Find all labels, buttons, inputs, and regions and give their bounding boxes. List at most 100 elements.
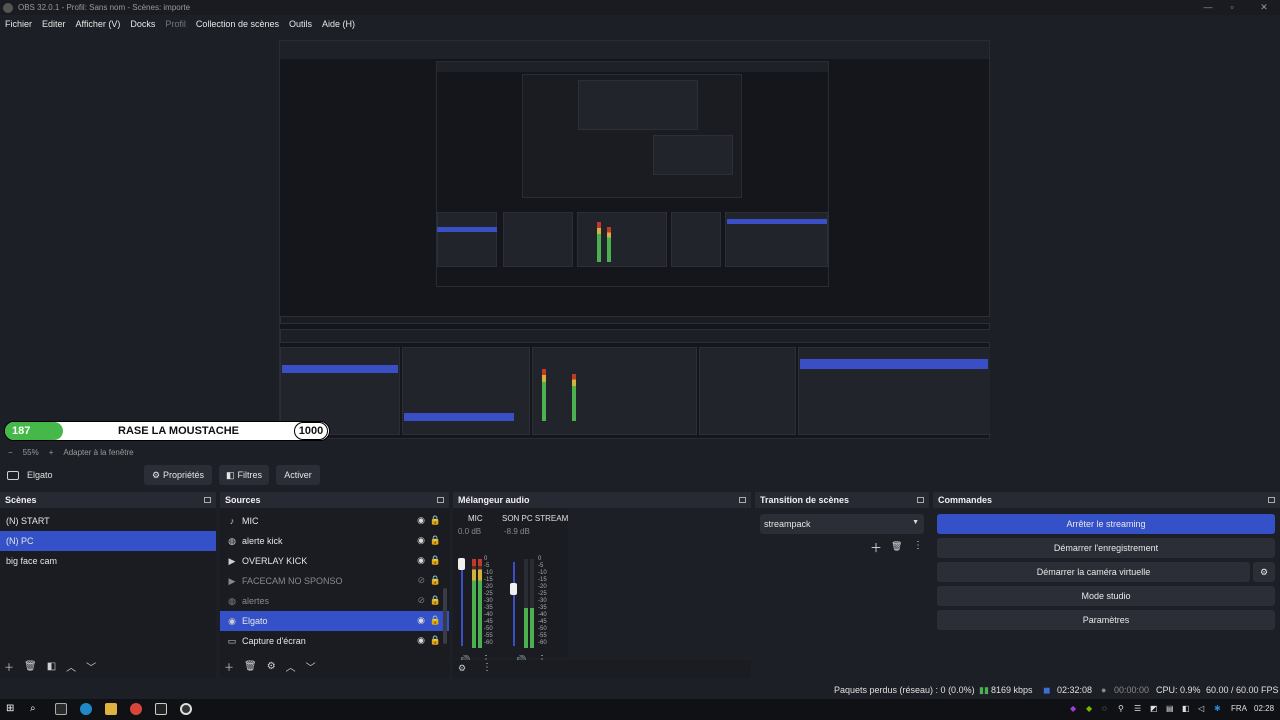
stop-streaming-button[interactable]: Arrêter le streaming	[937, 514, 1275, 534]
virtual-camera-settings-button[interactable]: ⚙	[1253, 562, 1275, 582]
scenes-header: Scènes	[0, 492, 216, 508]
eye-icon[interactable]: ◉	[417, 535, 425, 546]
eye-off-icon[interactable]: ⊘	[417, 595, 425, 606]
volume-icon[interactable]: ◁	[1198, 704, 1204, 713]
fit-window-option[interactable]: Adapter à la fenêtre	[63, 448, 133, 457]
eye-icon[interactable]: ◉	[417, 635, 425, 646]
undock-icon[interactable]	[437, 497, 444, 503]
keyboard-language[interactable]: FRA	[1231, 704, 1247, 713]
eye-icon[interactable]: ◉	[417, 555, 425, 566]
preview-canvas[interactable]	[279, 40, 990, 439]
tray-icon[interactable]: ☰	[1134, 704, 1141, 713]
lock-icon[interactable]: 🔒	[430, 615, 441, 626]
tray-icon[interactable]: ▤	[1166, 704, 1174, 713]
add-icon[interactable]: ＋	[4, 659, 14, 674]
lock-icon[interactable]: 🔒	[430, 575, 441, 586]
scene-item-selected[interactable]: (N) PC	[0, 531, 216, 551]
menu-aide[interactable]: Aide (H)	[322, 19, 355, 29]
lock-icon[interactable]: 🔒	[430, 535, 441, 546]
zoom-in-button[interactable]: +	[49, 448, 54, 457]
settings-button[interactable]: Paramètres	[937, 610, 1275, 630]
undock-icon[interactable]	[917, 497, 924, 503]
task-view-icon[interactable]	[55, 703, 67, 715]
transition-select[interactable]: streampack ▼	[760, 514, 924, 534]
activate-button[interactable]: Activer	[276, 465, 320, 485]
eye-off-icon[interactable]: ⊘	[417, 575, 425, 586]
source-toolbar: Elgato ⚙ Propriétés ◧ Filtres Activer	[0, 463, 1280, 487]
source-item-hidden[interactable]: ▶ FACECAM NO SPONSO ⊘ 🔒	[220, 571, 449, 591]
close-button[interactable]: ✕	[1248, 0, 1280, 15]
zoom-out-button[interactable]: −	[8, 448, 13, 457]
file-explorer-icon[interactable]	[105, 703, 117, 715]
source-item-selected[interactable]: ◉ Elgato ◉ 🔒	[220, 611, 449, 631]
lock-icon[interactable]: 🔒	[430, 555, 441, 566]
start-virtual-camera-button[interactable]: Démarrer la caméra virtuelle	[937, 562, 1250, 582]
trash-icon[interactable]: 🗑	[891, 541, 902, 552]
edge-icon[interactable]	[80, 703, 92, 715]
lock-icon[interactable]: 🔒	[430, 635, 441, 646]
undock-icon[interactable]	[1268, 497, 1275, 503]
mixer-more-icon[interactable]: ⋮	[482, 662, 492, 673]
source-item[interactable]: ◍ alerte kick ◉ 🔒	[220, 531, 449, 551]
mixer-settings-icon[interactable]: ⚙	[458, 663, 466, 674]
clock[interactable]: 02:28	[1254, 704, 1274, 713]
undock-icon[interactable]	[204, 497, 211, 503]
trash-icon[interactable]: 🗑	[244, 661, 257, 672]
menu-editer[interactable]: Editer	[42, 19, 66, 29]
undock-icon[interactable]	[739, 497, 746, 503]
studio-mode-button[interactable]: Mode studio	[937, 586, 1275, 606]
taskbar: ⊞ ⌕ ◆ ◆ ◌ ⚲ ☰ ◩ ▤ ◧ ◁ ✱ FRA 02:28	[0, 699, 1280, 720]
source-item[interactable]: ▶ OVERLAY KICK ◉ 🔒	[220, 551, 449, 571]
menu-profil[interactable]: Profil	[165, 19, 186, 29]
sources-scrollbar[interactable]	[443, 588, 447, 644]
pc-fader-track[interactable]	[513, 562, 515, 646]
pc-fader-knob[interactable]	[510, 583, 517, 595]
chevron-down-icon[interactable]: ﹀	[86, 659, 96, 674]
obs-taskbar-icon[interactable]	[180, 703, 192, 715]
more-options-icon[interactable]: ⋮	[913, 540, 923, 551]
chrome-icon[interactable]	[130, 703, 142, 715]
nested-obs-capture-3	[522, 74, 742, 198]
nvidia-icon[interactable]: ◆	[1086, 704, 1092, 713]
scene-item[interactable]: big face cam	[0, 551, 216, 571]
start-recording-button[interactable]: Démarrer l'enregistrement	[937, 538, 1275, 558]
lock-icon[interactable]: 🔒	[430, 515, 441, 526]
windows-start-icon[interactable]: ⊞	[6, 703, 18, 715]
app-icon[interactable]	[155, 703, 167, 715]
menu-fichier[interactable]: Fichier	[5, 19, 32, 29]
mic-fader-knob[interactable]	[458, 558, 465, 570]
source-item[interactable]: ▭ Capture d'écran ◉ 🔒	[220, 631, 449, 651]
mic-fader-track[interactable]	[461, 562, 463, 646]
filters-button[interactable]: ◧ Filtres	[219, 465, 269, 485]
tray-app-icon[interactable]: ◆	[1070, 704, 1076, 713]
filter-icon[interactable]: ◧	[47, 661, 56, 672]
bluetooth-icon[interactable]: ✱	[1214, 704, 1221, 713]
gear-icon[interactable]: ⚙	[267, 661, 276, 672]
eye-icon[interactable]: ◉	[417, 515, 425, 526]
filters-label: Filtres	[237, 470, 263, 480]
menu-docks[interactable]: Docks	[130, 19, 155, 29]
chevron-down-icon[interactable]: ﹀	[306, 659, 316, 674]
source-item-hidden[interactable]: ◍ alertes ⊘ 🔒	[220, 591, 449, 611]
source-item[interactable]: ♪ MIC ◉ 🔒	[220, 511, 449, 531]
scene-item[interactable]: (N) START	[0, 511, 216, 531]
menu-outils[interactable]: Outils	[289, 19, 312, 29]
maximize-button[interactable]: ▫	[1216, 0, 1248, 15]
chevron-up-icon[interactable]: ︿	[66, 659, 76, 674]
chevron-up-icon[interactable]: ︿	[286, 659, 296, 674]
channel-name: MIC	[468, 514, 483, 523]
usb-icon[interactable]: ⚲	[1118, 704, 1124, 713]
add-icon[interactable]: ＋	[870, 539, 882, 556]
tray-icon[interactable]: ◌	[1102, 704, 1107, 713]
tray-icon[interactable]: ◩	[1150, 704, 1158, 713]
menu-afficher[interactable]: Afficher (V)	[76, 19, 121, 29]
lock-icon[interactable]: 🔒	[430, 595, 441, 606]
add-icon[interactable]: ＋	[224, 659, 234, 674]
properties-button[interactable]: ⚙ Propriétés	[144, 465, 212, 485]
trash-icon[interactable]: 🗑	[24, 661, 37, 672]
title-bar: OBS 32.0.1 - Profil: Sans nom - Scènes: …	[0, 0, 1280, 15]
eye-icon[interactable]: ◉	[417, 615, 425, 626]
menu-collection-scenes[interactable]: Collection de scènes	[196, 19, 279, 29]
search-icon[interactable]: ⌕	[30, 703, 42, 715]
tray-icon[interactable]: ◧	[1182, 704, 1190, 713]
